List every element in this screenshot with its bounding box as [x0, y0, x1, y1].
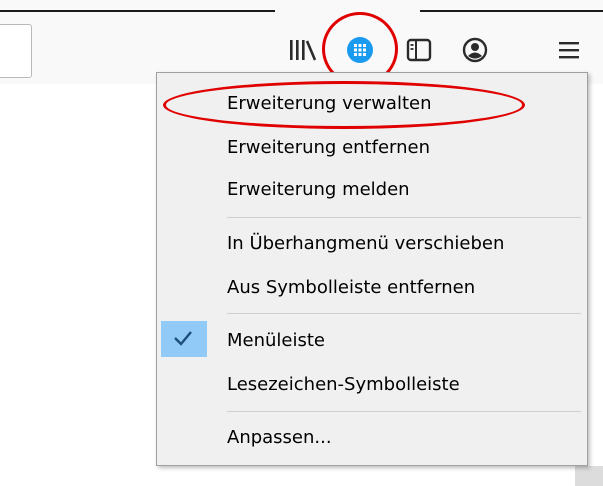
hamburger-menu-icon[interactable] — [552, 33, 586, 67]
library-icon[interactable] — [286, 33, 320, 67]
window-edge-line — [0, 10, 275, 12]
menu-item-bookmarks-toolbar[interactable]: Lesezeichen-Symbolleiste — [227, 374, 460, 396]
account-icon[interactable] — [458, 33, 492, 67]
menu-item-customize[interactable]: Anpassen... — [227, 427, 332, 449]
menu-item-report-extension[interactable]: Erweiterung melden — [227, 179, 410, 201]
menu-separator — [227, 411, 581, 412]
menu-item-manage-extension[interactable]: Erweiterung verwalten — [227, 93, 432, 115]
menu-item-remove-extension[interactable]: Erweiterung entfernen — [227, 137, 430, 159]
checkmark-icon — [174, 331, 192, 346]
menu-item-menu-bar[interactable]: Menüleiste — [227, 330, 325, 352]
menu-item-move-to-overflow[interactable]: In Überhangmenü verschieben — [227, 233, 504, 255]
checkmark-indicator — [161, 321, 207, 357]
window-edge-line — [420, 10, 603, 12]
page-scroll-edge — [575, 466, 603, 486]
sidebar-icon[interactable] — [402, 33, 436, 67]
context-menu: Erweiterung verwalten Erweiterung entfer… — [156, 72, 588, 466]
menu-separator — [227, 217, 581, 218]
menu-item-remove-from-toolbar[interactable]: Aus Symbolleiste entfernen — [227, 277, 475, 299]
url-bar[interactable] — [0, 24, 32, 78]
menu-separator — [227, 313, 581, 314]
